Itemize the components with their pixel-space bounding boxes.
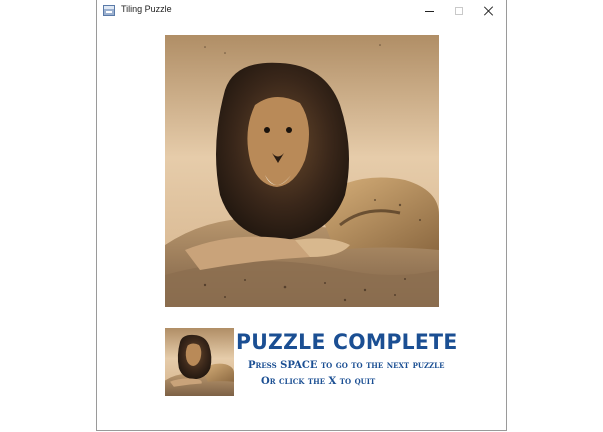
title-bar[interactable]: Tiling Puzzle <box>97 0 506 22</box>
lion-image <box>165 35 439 307</box>
close-icon <box>484 6 494 16</box>
maximize-button[interactable] <box>444 0 474 22</box>
window-title: Tiling Puzzle <box>121 4 172 14</box>
quit-hint: Or click the X to quit <box>261 376 376 387</box>
puzzle-complete-title: PUZZLE COMPLETE <box>236 330 458 354</box>
puzzle-thumbnail <box>165 328 234 396</box>
app-window: Tiling Puzzle PUZZLE COMPLETE Press SPAC… <box>96 0 507 431</box>
close-button[interactable] <box>474 0 504 22</box>
app-icon <box>103 5 115 16</box>
next-puzzle-hint: Press SPACE to go to the next puzzle <box>248 360 445 371</box>
puzzle-image <box>165 35 439 307</box>
maximize-icon <box>455 7 463 15</box>
lion-thumbnail-image <box>165 328 234 396</box>
minimize-button[interactable] <box>414 0 444 22</box>
minimize-icon <box>424 10 434 12</box>
